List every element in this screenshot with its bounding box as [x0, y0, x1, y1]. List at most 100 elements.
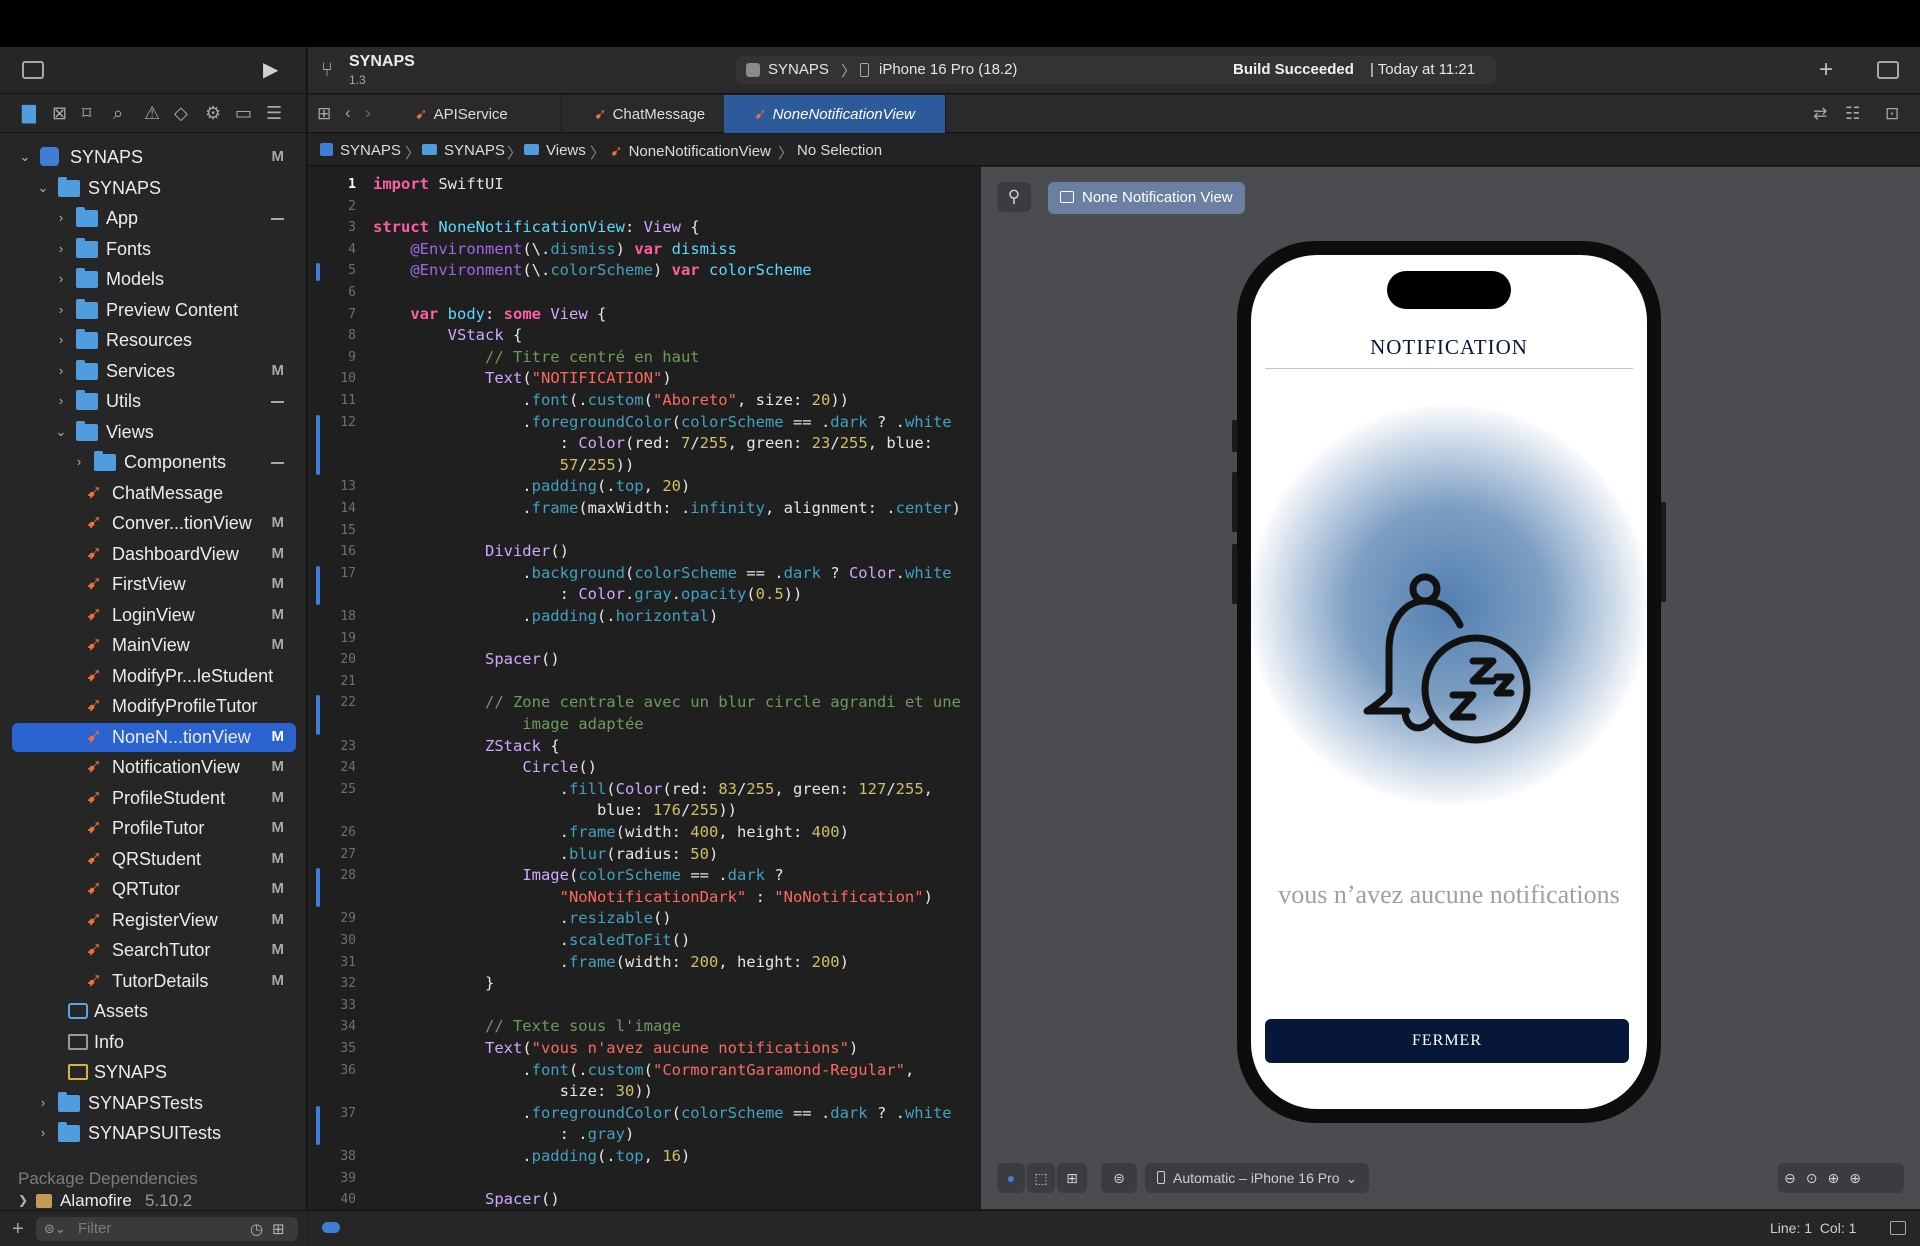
chevron-right-icon[interactable]: › — [54, 302, 68, 317]
code-line[interactable]: .font(.custom("CormorantGaramond-Regular… — [373, 1061, 914, 1079]
navigator-row[interactable]: ➹ ChatMessage — [12, 479, 296, 508]
navigator-row[interactable]: ➹ ModifyPr...leStudent — [12, 662, 296, 691]
navigator-row[interactable]: SYNAPS — [12, 1058, 296, 1087]
code-line[interactable]: .foregroundColor(colorScheme == .dark ? … — [373, 413, 951, 431]
chevron-right-icon[interactable]: ❯ — [18, 1193, 28, 1207]
filter-field[interactable]: ⊜⌄ Filter ◷ ⊞ — [36, 1217, 298, 1241]
navigator-row[interactable]: › Services M — [12, 357, 296, 386]
navigator-row[interactable]: ➹ NotificationView M — [12, 753, 296, 782]
forward-icon[interactable]: › — [365, 104, 371, 121]
package-row[interactable]: ❯ Alamofire 5.10.2 — [18, 1193, 298, 1211]
navigator-row[interactable]: ➹ LoginView M — [12, 601, 296, 630]
code-line[interactable]: Text("NOTIFICATION") — [373, 369, 672, 387]
code-line[interactable]: Divider() — [373, 542, 569, 560]
code-line[interactable]: .foregroundColor(colorScheme == .dark ? … — [373, 1104, 951, 1122]
related-items-icon[interactable]: ⇄ — [1813, 105, 1827, 122]
scheme-target[interactable]: SYNAPS — [768, 61, 829, 78]
zoom-fit-icon[interactable]: ⊙ — [1806, 1170, 1818, 1186]
code-line[interactable]: @Environment(\.dismiss) var dismiss — [373, 240, 737, 258]
chevron-right-icon[interactable]: › — [36, 1125, 50, 1140]
navigator-row[interactable]: › Preview Content — [12, 296, 296, 325]
tab-apiservice[interactable]: ➹ APIService — [387, 95, 562, 133]
add-editor-icon[interactable]: ⊡ — [1885, 105, 1899, 122]
navigator-row[interactable]: › Fonts — [12, 235, 296, 264]
navigator-row[interactable]: › Models — [12, 265, 296, 294]
code-line[interactable]: .padding(.top, 16) — [373, 1147, 690, 1165]
chevron-down-icon[interactable]: ⌄ — [54, 424, 68, 440]
source-control-icon[interactable]: ⊠ — [52, 104, 67, 122]
code-line[interactable]: @Environment(\.colorScheme) var colorSch… — [373, 261, 811, 279]
code-line[interactable]: Image(colorScheme == .dark ? — [373, 866, 783, 884]
tab-nonenotificationview[interactable]: ➹ NoneNotificationView — [724, 95, 946, 133]
navigator-row[interactable]: › App — [12, 204, 296, 233]
navigator-row[interactable]: ⌄ SYNAPS — [12, 174, 296, 203]
branch-icon[interactable]: ⑂ — [321, 60, 333, 80]
code-line[interactable]: : .gray) — [373, 1125, 635, 1143]
breadcrumb-views[interactable]: Views — [524, 142, 586, 159]
breadcrumb-file[interactable]: ➹ NoneNotificationView — [610, 142, 771, 160]
navigator-row[interactable]: ⌄ Views — [12, 418, 296, 447]
add-icon[interactable]: + — [1819, 58, 1833, 82]
bookmark-icon[interactable]: ⌑ — [82, 104, 91, 122]
code-line[interactable]: .frame(width: 400, height: 400) — [373, 823, 849, 841]
editor-options-icon[interactable]: ☷ — [1845, 105, 1860, 122]
breadcrumb-project[interactable]: SYNAPS — [320, 142, 401, 159]
tab-chatmessage[interactable]: ➹ ChatMessage — [562, 95, 732, 133]
navigator-row[interactable]: ➹ FirstView M — [12, 570, 296, 599]
close-button[interactable]: FERMER — [1265, 1019, 1629, 1063]
find-icon[interactable]: ⌕ — [113, 104, 123, 122]
navigator-row[interactable]: Info — [12, 1028, 296, 1057]
code-line[interactable]: .scaledToFit() — [373, 931, 691, 949]
scheme-device[interactable]: iPhone 16 Pro (18.2) — [879, 61, 1017, 78]
code-line[interactable]: .padding(.horizontal) — [373, 607, 718, 625]
navigator-row[interactable]: Assets — [12, 997, 296, 1026]
sidebar-toggle-icon[interactable] — [22, 61, 44, 79]
code-line[interactable]: image adaptée — [373, 715, 643, 733]
navigator-row[interactable]: ⌄ SYNAPS M — [12, 143, 296, 172]
preview-chip[interactable]: None Notification View — [1048, 182, 1245, 214]
pin-icon[interactable]: ⚲ — [997, 182, 1031, 212]
code-line[interactable]: : Color(red: 7/255, green: 23/255, blue: — [373, 434, 933, 452]
device-settings-icon[interactable]: ⊜ — [1101, 1163, 1137, 1193]
zoom-in-icon[interactable]: ⊕ — [1849, 1170, 1861, 1186]
navigator-row[interactable]: ➹ Conver...tionView M — [12, 509, 296, 538]
navigator-row[interactable]: ➹ ModifyProfileTutor — [12, 692, 296, 721]
folder-navigator-icon[interactable]: ▇ — [22, 104, 36, 122]
navigator-row[interactable]: › SYNAPSTests — [12, 1089, 296, 1118]
breakpoint-icon[interactable]: ▭ — [235, 104, 252, 122]
navigator-row[interactable]: › Utils — [12, 387, 296, 416]
code-line[interactable]: Spacer() — [373, 1190, 560, 1208]
code-line[interactable]: .blur(radius: 50) — [373, 845, 719, 863]
zoom-out-icon[interactable]: ⊖ — [1784, 1170, 1796, 1186]
back-icon[interactable]: ‹ — [345, 104, 351, 121]
chevron-right-icon[interactable]: › — [54, 393, 68, 408]
code-line[interactable]: VStack { — [373, 326, 523, 344]
debug-toggle-icon[interactable] — [322, 1222, 340, 1233]
source-editor[interactable]: 1 import SwiftUI 2 3 struct NoneNotification… — [308, 167, 980, 1209]
chevron-down-icon[interactable]: ⌄ — [18, 149, 32, 165]
navigator-row[interactable]: ➹ NoneN...tionView M — [12, 722, 296, 752]
add-icon[interactable]: + — [12, 1219, 24, 1239]
inspector-toggle-icon[interactable] — [1877, 61, 1899, 79]
debug-area-icon[interactable] — [1890, 1221, 1906, 1235]
navigator-row[interactable]: ➹ ProfileStudent M — [12, 784, 296, 813]
chevron-right-icon[interactable]: › — [54, 332, 68, 347]
code-line[interactable]: blue: 176/255)) — [373, 801, 737, 819]
live-mode-icon[interactable]: ● — [997, 1163, 1025, 1193]
code-line[interactable]: import SwiftUI — [373, 175, 504, 193]
chevron-right-icon[interactable]: › — [54, 363, 68, 378]
navigator-row[interactable]: ➹ SearchTutor M — [12, 936, 296, 965]
code-line[interactable]: struct NoneNotificationView: View { — [373, 218, 700, 236]
navigator-row[interactable]: ➹ DashboardView M — [12, 540, 296, 569]
code-line[interactable]: Circle() — [373, 758, 597, 776]
chevron-right-icon[interactable]: › — [54, 241, 68, 256]
code-line[interactable]: // Zone centrale avec un blur circle agr… — [373, 693, 961, 711]
recent-files-icon[interactable]: ◷ — [250, 1220, 263, 1238]
chevron-right-icon[interactable]: › — [54, 210, 68, 225]
navigator-row[interactable]: › Resources — [12, 326, 296, 355]
code-line[interactable]: .fill(Color(red: 83/255, green: 127/255, — [373, 780, 933, 798]
code-line[interactable]: .font(.custom("Aboreto", size: 20)) — [373, 391, 849, 409]
selectable-mode-icon[interactable]: ⬚ — [1027, 1163, 1055, 1193]
report-icon[interactable]: ☰ — [266, 104, 282, 122]
navigator-row[interactable]: ➹ TutorDetails M — [12, 967, 296, 996]
